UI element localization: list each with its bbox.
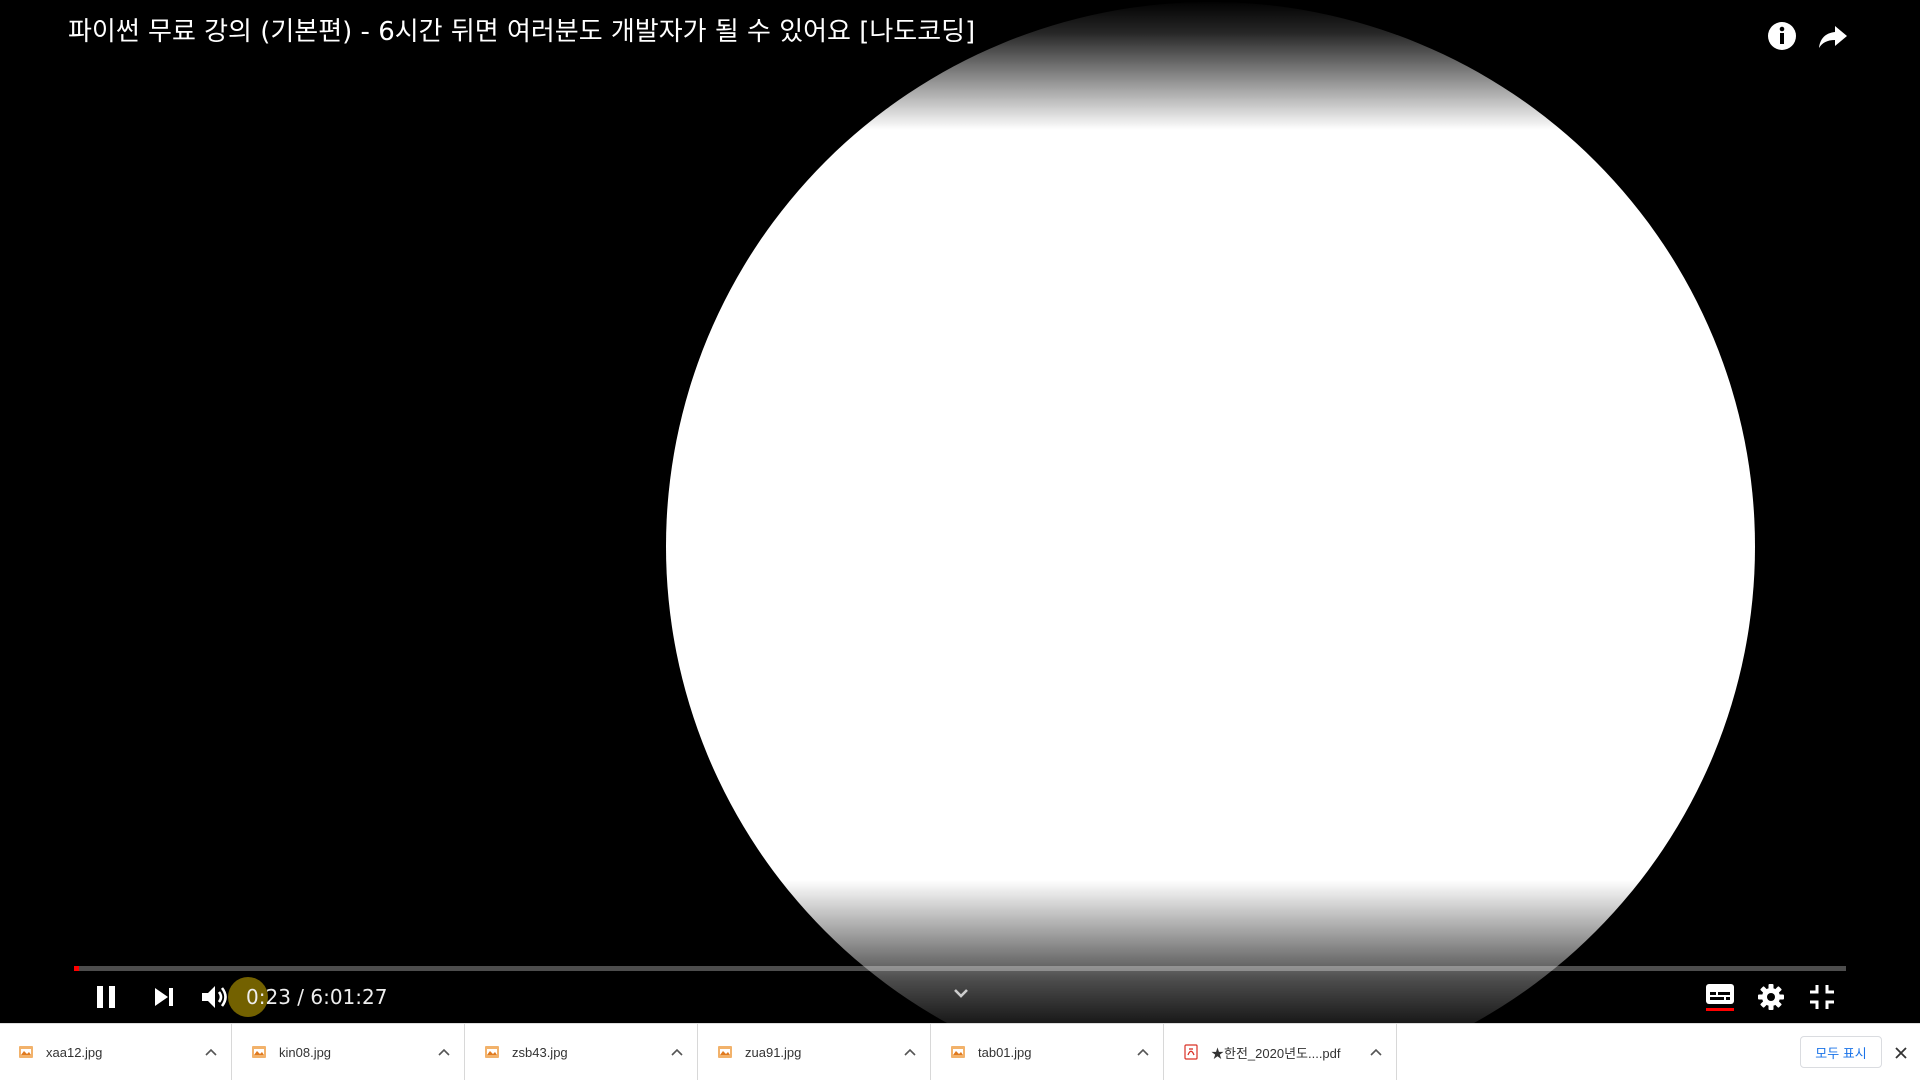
- gear-icon: [1758, 984, 1784, 1010]
- chevron-up-icon[interactable]: [430, 1024, 458, 1080]
- show-all-downloads-button[interactable]: 모두 표시: [1800, 1036, 1882, 1068]
- download-filename: tab01.jpg: [978, 1044, 1032, 1060]
- image-file-icon: [18, 1044, 34, 1060]
- close-download-shelf-button[interactable]: [1888, 1040, 1914, 1066]
- download-shelf: xaa12.jpg kin08.jpg zsb43.jpg zua91.jpg: [0, 1023, 1920, 1080]
- download-item[interactable]: kin08.jpg: [233, 1024, 465, 1080]
- chevron-up-icon[interactable]: [197, 1024, 225, 1080]
- info-icon: [1768, 22, 1796, 50]
- download-filename: kin08.jpg: [279, 1044, 332, 1060]
- chevron-down-icon[interactable]: [950, 982, 972, 1004]
- video-frame-white-circle: [666, 2, 1755, 1023]
- progress-played: [74, 966, 80, 971]
- pdf-file-icon: [1183, 1044, 1199, 1060]
- image-file-icon: [251, 1044, 267, 1060]
- settings-button[interactable]: [1750, 977, 1792, 1017]
- image-file-icon: [484, 1044, 500, 1060]
- image-file-icon: [717, 1044, 733, 1060]
- skip-next-icon: [155, 988, 173, 1006]
- download-item[interactable]: ★한전_2020년도....pdf: [1165, 1024, 1397, 1080]
- next-button[interactable]: [144, 977, 184, 1017]
- video-title[interactable]: 파이썬 무료 강의 (기본편) - 6시간 뒤면 여러분도 개발자가 될 수 있…: [68, 14, 975, 50]
- chevron-up-icon[interactable]: [1129, 1024, 1157, 1080]
- exit-fullscreen-icon: [1810, 985, 1834, 1009]
- share-icon: [1819, 26, 1847, 48]
- share-button[interactable]: [1813, 16, 1853, 56]
- download-filename: ★한전_2020년도....pdf: [1211, 1045, 1341, 1061]
- subtitles-icon: [1706, 984, 1734, 1011]
- download-item[interactable]: zsb43.jpg: [466, 1024, 698, 1080]
- download-item[interactable]: xaa12.jpg: [0, 1024, 232, 1080]
- pause-button[interactable]: [86, 977, 126, 1017]
- subtitles-button[interactable]: [1699, 977, 1741, 1017]
- chevron-up-icon[interactable]: [663, 1024, 691, 1080]
- download-item[interactable]: zua91.jpg: [699, 1024, 931, 1080]
- download-filename: zsb43.jpg: [512, 1044, 568, 1060]
- chevron-up-icon[interactable]: [896, 1024, 924, 1080]
- pause-icon: [97, 986, 115, 1008]
- exit-fullscreen-button[interactable]: [1801, 977, 1843, 1017]
- download-filename: zua91.jpg: [745, 1044, 802, 1060]
- image-file-icon: [950, 1044, 966, 1060]
- volume-icon: [202, 986, 227, 1008]
- video-player[interactable]: 파이썬 무료 강의 (기본편) - 6시간 뒤면 여러분도 개발자가 될 수 있…: [0, 0, 1920, 1023]
- time-display: 0:23 / 6:01:27: [246, 985, 388, 1009]
- close-icon: [1895, 1047, 1907, 1059]
- progress-bar[interactable]: [74, 966, 1846, 971]
- download-filename: xaa12.jpg: [46, 1044, 103, 1060]
- chevron-up-icon[interactable]: [1362, 1024, 1390, 1080]
- download-item[interactable]: tab01.jpg: [932, 1024, 1164, 1080]
- info-button[interactable]: [1762, 16, 1802, 56]
